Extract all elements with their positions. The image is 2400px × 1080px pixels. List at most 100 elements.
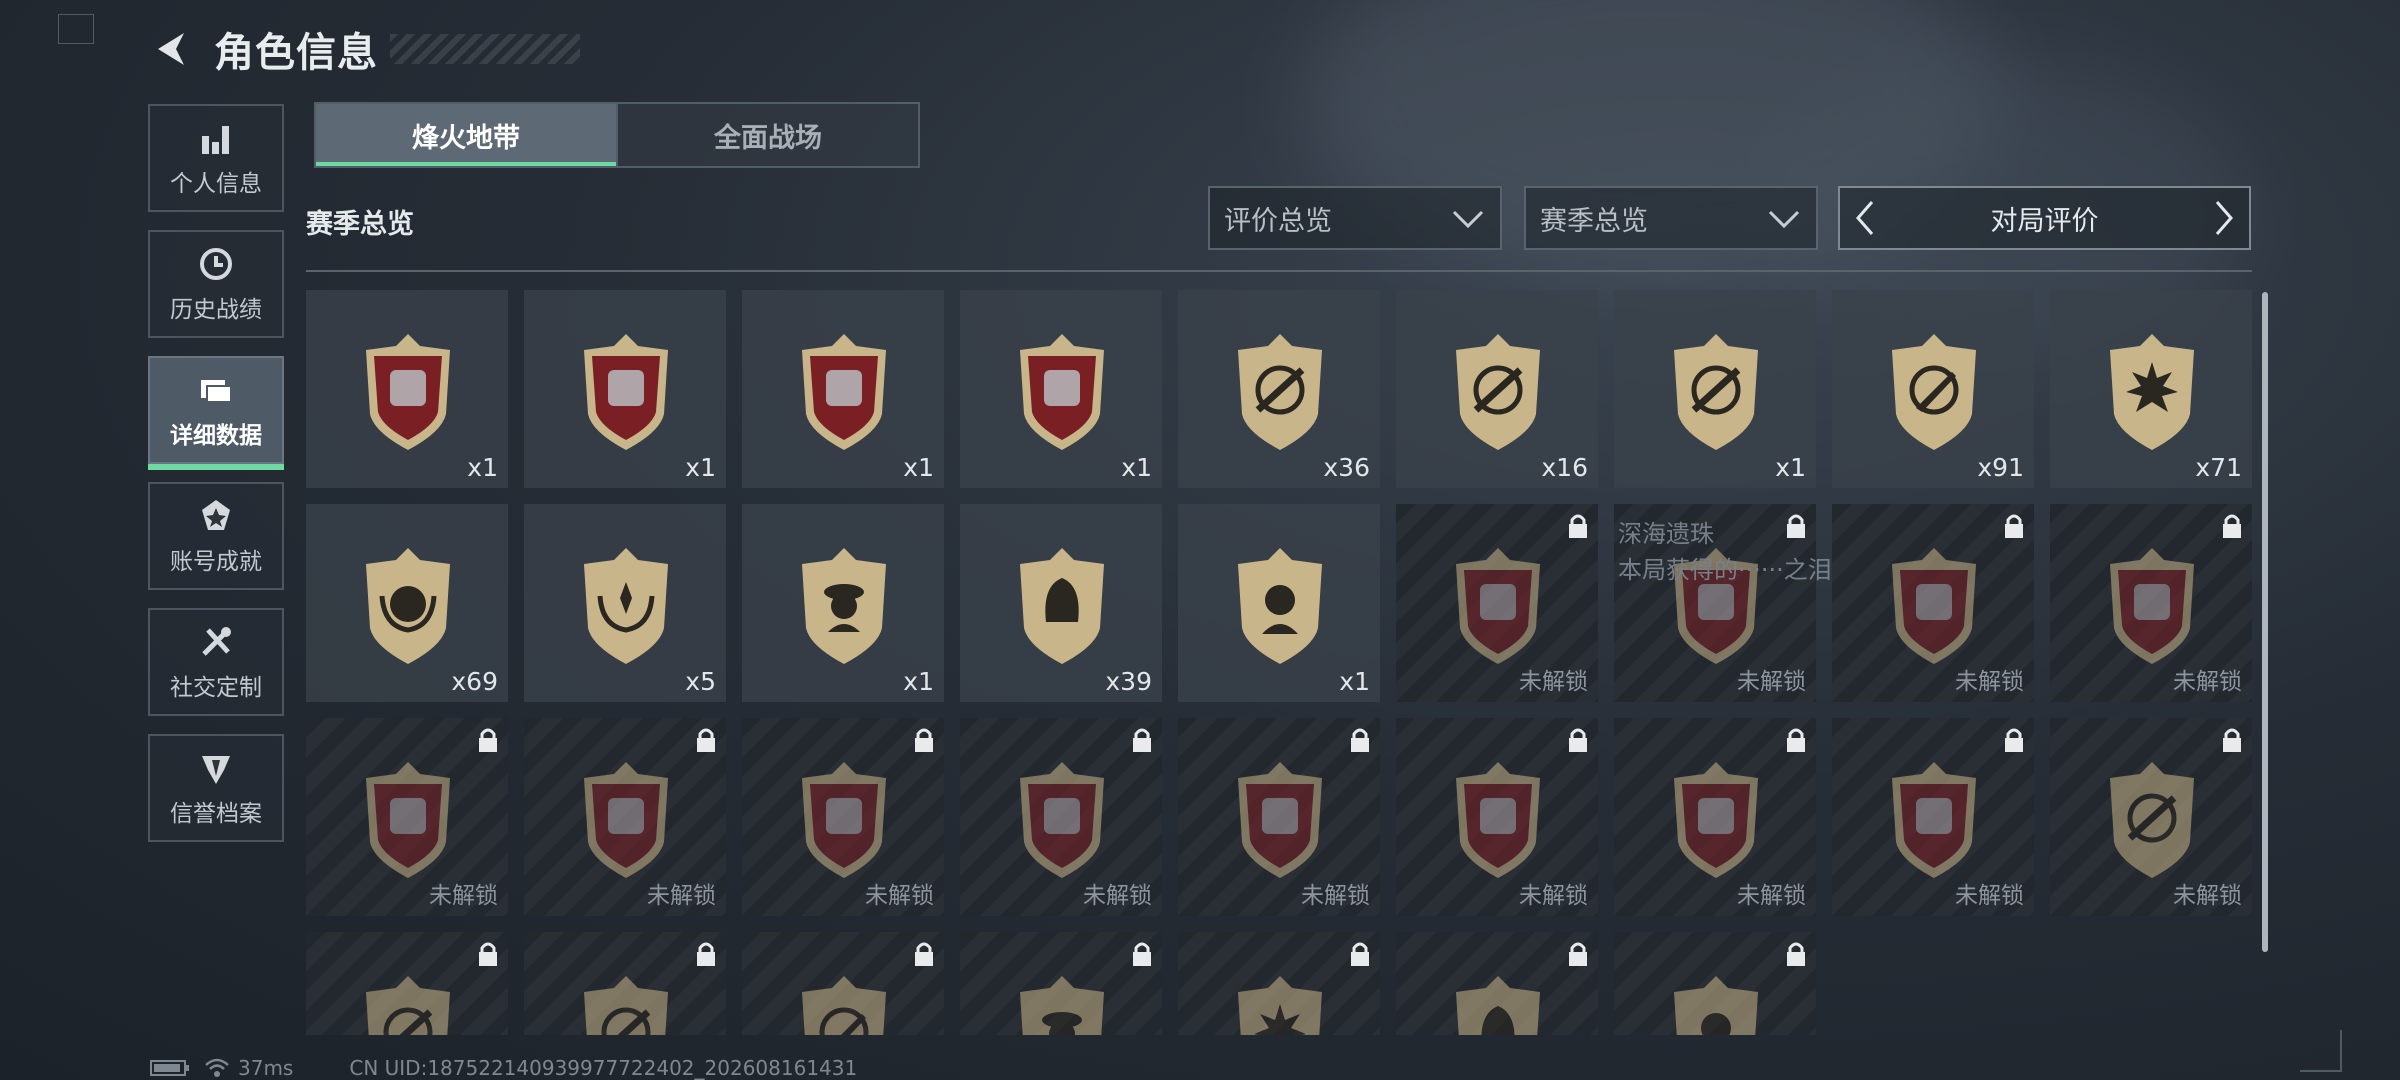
shield-icon bbox=[202, 756, 230, 784]
crosshair-rifle-icon bbox=[584, 976, 668, 1035]
tooltip-desc-start: 本局获得的 bbox=[1618, 556, 1738, 584]
lantern-icon bbox=[802, 762, 886, 878]
chessboard-icon bbox=[1238, 762, 1322, 878]
achievement-count: 未解锁 bbox=[1955, 883, 2024, 909]
tooltip-desc-end: 之泪 bbox=[1783, 556, 1832, 584]
achievement-cell[interactable]: 未解锁 bbox=[1396, 718, 1598, 916]
crosshair-rifle-icon bbox=[1238, 334, 1322, 450]
achievement-cell[interactable] bbox=[1178, 932, 1380, 1035]
achievement-cell[interactable]: 未解锁 bbox=[1396, 504, 1598, 702]
lock-icon bbox=[2005, 514, 2023, 538]
sidebar-item-label: 详细数据 bbox=[170, 423, 262, 449]
achievement-count: x5 bbox=[685, 667, 716, 696]
achievement-cell[interactable]: x69 bbox=[306, 504, 508, 702]
sidebar-item-history[interactable]: 历史战绩 bbox=[148, 230, 284, 338]
achievement-cell[interactable] bbox=[1614, 932, 1816, 1035]
achievement-cell[interactable]: x91 bbox=[1832, 290, 2034, 488]
achievement-cell[interactable]: x1 bbox=[306, 290, 508, 488]
achievement-count: 未解锁 bbox=[429, 883, 498, 909]
achievement-cell[interactable] bbox=[306, 932, 508, 1035]
sidebar-item-social[interactable]: 社交定制 bbox=[148, 608, 284, 716]
computer-icon bbox=[1892, 548, 1976, 664]
achievement-cell[interactable] bbox=[1396, 932, 1598, 1035]
soldier-icon bbox=[1020, 976, 1104, 1035]
achievement-count: x16 bbox=[1541, 453, 1588, 482]
achievement-cell[interactable]: 未解锁 bbox=[1832, 504, 2034, 702]
tab-firezone[interactable]: 烽火地带 bbox=[316, 104, 616, 166]
achievement-count: 未解锁 bbox=[2173, 883, 2242, 909]
achievement-count: x69 bbox=[451, 667, 498, 696]
tooltip-title: 深海遗珠 bbox=[1618, 520, 1714, 548]
dropdown-value: 评价总览 bbox=[1224, 205, 1332, 237]
sidebar: 个人信息 历史战绩 详细数据 账号成就 社交定制 信誉档案 bbox=[148, 104, 284, 860]
section-title: 赛季总览 bbox=[306, 209, 414, 240]
achievement-count: x1 bbox=[903, 453, 934, 482]
crosshair-knife-icon bbox=[802, 976, 886, 1035]
canister-icon bbox=[1892, 762, 1976, 878]
achievement-cell[interactable]: x1 bbox=[742, 504, 944, 702]
achievement-cell[interactable]: x1 bbox=[524, 290, 726, 488]
clock-icon bbox=[200, 248, 232, 280]
wreath-emblem-icon bbox=[366, 548, 450, 664]
tab-battlefield[interactable]: 全面战场 bbox=[616, 104, 918, 166]
crosshair-rifle-icon bbox=[2110, 762, 2194, 878]
sidebar-item-personal-info[interactable]: 个人信息 bbox=[148, 104, 284, 212]
lock-icon bbox=[1787, 728, 1805, 752]
lock-icon bbox=[1569, 514, 1587, 538]
sidebar-item-achievements[interactable]: 账号成就 bbox=[148, 482, 284, 590]
painting-icon bbox=[1674, 762, 1758, 878]
season-overview-dropdown[interactable]: 赛季总览 bbox=[1524, 186, 1818, 250]
lock-icon bbox=[2223, 728, 2241, 752]
page-title: 角色信息 bbox=[214, 30, 378, 76]
achievement-cell[interactable]: x71 bbox=[2050, 290, 2252, 488]
previous-button[interactable] bbox=[1840, 188, 1890, 248]
achievement-cell[interactable]: 未解锁 bbox=[1178, 718, 1380, 916]
ping-value: 37ms bbox=[238, 1056, 294, 1080]
folder-icon bbox=[201, 380, 232, 403]
achievement-cell[interactable]: x5 bbox=[524, 504, 726, 702]
hooded-figure-icon bbox=[1020, 548, 1104, 664]
corner-decoration bbox=[2300, 1030, 2342, 1072]
tools-icon bbox=[202, 627, 231, 656]
sidebar-item-label: 社交定制 bbox=[170, 675, 262, 701]
achievement-cell[interactable]: 未解锁 bbox=[1614, 718, 1816, 916]
achievement-cell[interactable]: 未解锁 bbox=[1832, 718, 2034, 916]
lock-icon bbox=[1351, 942, 1369, 966]
achievement-cell[interactable]: 未解锁 bbox=[2050, 504, 2252, 702]
lock-icon bbox=[479, 942, 497, 966]
achievement-cell[interactable]: x1 bbox=[1178, 504, 1380, 702]
bar-chart-icon bbox=[202, 126, 229, 154]
next-button[interactable] bbox=[2199, 188, 2249, 248]
achievement-cell[interactable]: x36 bbox=[1178, 290, 1380, 488]
bald-figure-icon bbox=[1238, 548, 1322, 664]
achievement-cell[interactable]: x16 bbox=[1396, 290, 1598, 488]
sidebar-item-credit[interactable]: 信誉档案 bbox=[148, 734, 284, 842]
achievement-cell[interactable]: x1 bbox=[1614, 290, 1816, 488]
rating-overview-dropdown[interactable]: 评价总览 bbox=[1208, 186, 1502, 250]
status-bar: 37ms CN UID:187522140939977722402_202608… bbox=[150, 1056, 857, 1080]
achievement-cell[interactable] bbox=[524, 932, 726, 1035]
grid-scrollbar[interactable] bbox=[2262, 292, 2268, 952]
chevron-left-icon bbox=[1856, 201, 1874, 235]
skull-burst-icon bbox=[2110, 334, 2194, 450]
achievement-count: x36 bbox=[1323, 453, 1370, 482]
achievement-cell[interactable]: 未解锁 bbox=[742, 718, 944, 916]
achievement-cell[interactable] bbox=[960, 932, 1162, 1035]
back-icon[interactable] bbox=[150, 27, 194, 71]
achievement-cell[interactable]: 未解锁 bbox=[960, 718, 1162, 916]
achievement-cell[interactable]: 未解锁 bbox=[306, 718, 508, 916]
achievement-cell[interactable]: x1 bbox=[742, 290, 944, 488]
sidebar-item-detailed-data[interactable]: 详细数据 bbox=[148, 356, 284, 470]
achievement-cell[interactable]: 未解锁 bbox=[2050, 718, 2252, 916]
achievement-cell[interactable]: 未解锁 bbox=[524, 718, 726, 916]
pearl-icon bbox=[1456, 548, 1540, 664]
achievement-count: 未解锁 bbox=[865, 883, 934, 909]
wifi-icon bbox=[205, 1058, 229, 1077]
achievement-cell[interactable]: x39 bbox=[960, 504, 1162, 702]
achievement-cell[interactable] bbox=[742, 932, 944, 1035]
achievement-count: 未解锁 bbox=[1519, 883, 1588, 909]
achievement-cell[interactable]: x1 bbox=[960, 290, 1162, 488]
lock-icon bbox=[697, 728, 715, 752]
lock-icon bbox=[1569, 942, 1587, 966]
page-header: 角色信息 bbox=[150, 24, 580, 76]
